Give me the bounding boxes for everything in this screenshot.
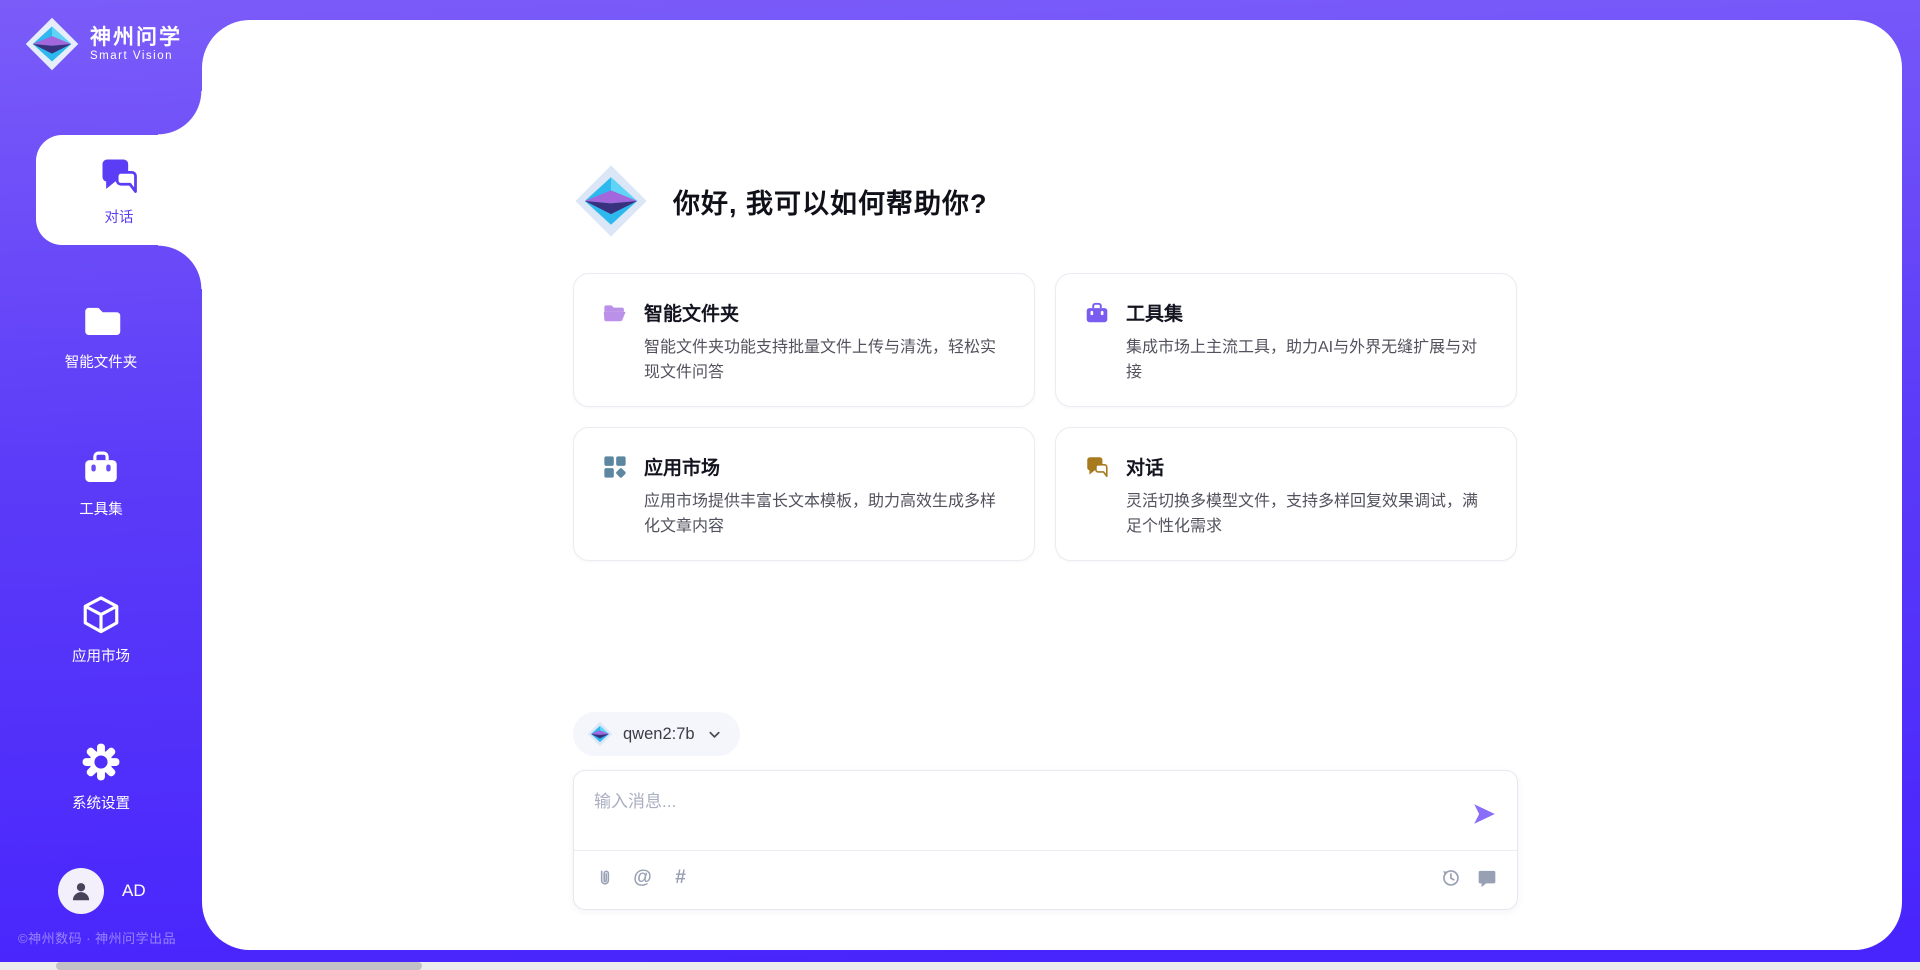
copyright-text: ©神州数码 · 神州问学出品 [18,928,176,947]
sidebar-item-settings[interactable]: 系统设置 [0,741,202,813]
brand-logo: 神州问学 Smart Vision [24,16,182,72]
toolbox-icon [1084,300,1110,326]
composer-toolbar: @ # [594,867,1497,888]
composer-divider [574,850,1517,851]
card-description: 智能文件夹功能支持批量文件上传与清洗，轻松实现文件问答 [644,336,1006,386]
feature-cards: 智能文件夹 智能文件夹功能支持批量文件上传与清洗，轻松实现文件问答 工具集 集成… [573,273,1518,561]
card-description: 集成市场上主流工具，助力AI与外界无缝扩展与对接 [1126,336,1488,386]
content-column: 你好, 我可以如何帮助你? 智能文件夹 智能文件夹功能支持批量文件上传与清洗，轻… [573,20,1518,910]
card-description: 应用市场提供丰富长文本模板，助力高效生成多样化文章内容 [644,490,1006,540]
sidebar: 神州问学 Smart Vision 对话 智能文件夹 工具集 [0,0,202,962]
person-icon [68,878,94,904]
chat-bubble-icon[interactable] [1476,867,1497,888]
sidebar-item-label: 工具集 [79,498,123,519]
card-title: 工具集 [1126,299,1488,326]
message-composer: @ # [573,770,1518,910]
send-button[interactable] [1471,801,1497,827]
card-app-market[interactable]: 应用市场 应用市场提供丰富长文本模板，助力高效生成多样化文章内容 [573,427,1035,561]
cube-icon [80,594,122,636]
sidebar-item-chat[interactable]: 对话 [36,135,202,245]
greeting-row: 你好, 我可以如何帮助你? [573,163,1518,239]
assistant-gem-icon [573,163,649,239]
hashtag-icon[interactable]: # [670,867,691,888]
scrollbar-thumb[interactable] [56,962,422,970]
model-name: qwen2:7b [623,725,695,744]
send-icon [1471,801,1497,827]
chevron-down-icon [707,727,722,742]
card-smart-folder[interactable]: 智能文件夹 智能文件夹功能支持批量文件上传与清洗，轻松实现文件问答 [573,273,1035,407]
gear-icon [80,741,122,783]
brand-gem-icon [24,16,80,72]
sidebar-item-label: 对话 [105,206,134,227]
sidebar-item-label: 智能文件夹 [65,351,138,372]
active-tab-curve-bottom [158,245,202,289]
brand-title: 神州问学 [90,26,182,50]
horizontal-scrollbar [0,962,1920,970]
chat-icon [97,154,141,198]
card-chat[interactable]: 对话 灵活切换多模型文件，支持多样回复效果调试，满足个性化需求 [1055,427,1517,561]
history-icon[interactable] [1440,867,1461,888]
sidebar-item-label: 系统设置 [72,792,130,813]
toolbox-icon [80,447,122,489]
user-name: AD [122,881,146,901]
brand-subtitle: Smart Vision [90,50,182,62]
model-selector[interactable]: qwen2:7b [573,712,740,756]
card-title: 应用市场 [644,453,1006,480]
grid-icon [602,454,628,480]
card-description: 灵活切换多模型文件，支持多样回复效果调试，满足个性化需求 [1126,490,1488,540]
mention-icon[interactable]: @ [632,867,653,888]
sidebar-item-label: 应用市场 [72,645,130,666]
folder-icon [80,300,122,342]
active-tab-curve-top [158,91,202,135]
sidebar-item-app-market[interactable]: 应用市场 [0,594,202,666]
folder-open-icon [602,300,628,326]
model-gem-icon [587,721,613,747]
attachment-icon[interactable] [594,867,615,888]
chat-icon [1084,454,1110,480]
avatar [58,868,104,914]
message-input[interactable] [594,787,1454,839]
sidebar-item-toolset[interactable]: 工具集 [0,447,202,519]
card-title: 智能文件夹 [644,299,1006,326]
card-toolset[interactable]: 工具集 集成市场上主流工具，助力AI与外界无缝扩展与对接 [1055,273,1517,407]
user-profile-button[interactable]: AD [58,868,146,914]
greeting-title: 你好, 我可以如何帮助你? [673,182,988,221]
main-panel: 你好, 我可以如何帮助你? 智能文件夹 智能文件夹功能支持批量文件上传与清洗，轻… [202,20,1902,950]
sidebar-item-smart-folder[interactable]: 智能文件夹 [0,300,202,372]
card-title: 对话 [1126,453,1488,480]
